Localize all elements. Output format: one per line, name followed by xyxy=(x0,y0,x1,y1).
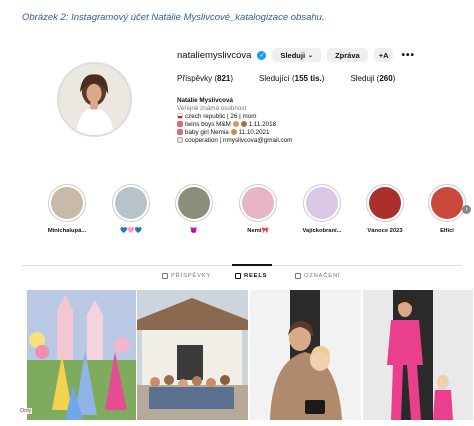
highlight-item[interactable]: Vajíckobraní... xyxy=(297,184,347,236)
tab-reels-label: REELS xyxy=(244,273,268,279)
follow-button[interactable]: Sleduji ⌄ xyxy=(272,48,322,62)
ribbon-icon xyxy=(177,129,183,135)
envelope-icon xyxy=(177,137,183,143)
highlight-item[interactable]: 💙🩷💙 xyxy=(106,184,156,236)
highlight-ring xyxy=(175,184,213,222)
following-label: Sleduji xyxy=(350,74,375,83)
bio-name: Natálie Myslivcová xyxy=(177,97,234,104)
highlight-item[interactable]: 😈 xyxy=(169,184,219,236)
highlight-ring xyxy=(428,184,466,222)
posts-count[interactable]: Příspěvky (821) xyxy=(177,74,233,83)
message-button[interactable]: Zpráva xyxy=(327,48,368,62)
boy-face-icon xyxy=(232,121,239,127)
profile-header: nataliemyslivcova ✓ Sleduji ⌄ Zpráva +A … xyxy=(177,47,415,63)
add-user-button[interactable]: +A xyxy=(373,48,394,62)
followers-label: Sledující xyxy=(259,74,290,83)
figure-caption: Obrázek 2: Instagramový účet Natálie Mys… xyxy=(22,12,325,23)
verified-badge-icon: ✓ xyxy=(257,50,267,60)
overlay-badge: Only xyxy=(19,408,33,414)
highlight-ring xyxy=(303,184,341,222)
highlight-label: Minichalupá... xyxy=(47,228,87,234)
bio-line-contact: cooperation | nmyslivcova@gmail.com xyxy=(177,137,292,145)
post-princess-party[interactable] xyxy=(27,290,136,420)
highlight-item[interactable]: Minichalupá... xyxy=(42,184,92,236)
highlight-cover xyxy=(242,187,274,219)
username: nataliemyslivcova xyxy=(177,49,252,61)
tab-posts-label: PŘÍSPĚVKY xyxy=(171,273,212,279)
tab-tagged[interactable]: OZNAČENÍ xyxy=(295,273,340,279)
highlight-cover xyxy=(115,187,147,219)
czech-flag-icon xyxy=(177,113,183,119)
ribbon-icon xyxy=(177,121,183,127)
bio-line-twins: twins boys M&M 1.11.2018 xyxy=(177,121,292,129)
avatar-photo xyxy=(59,64,130,135)
tagged-icon xyxy=(295,273,301,279)
boy-face-icon xyxy=(240,121,247,127)
posts-value: 821 xyxy=(217,74,231,83)
post-image xyxy=(137,290,248,420)
highlight-label: Elfíci xyxy=(440,228,454,234)
highlight-label: 😈 xyxy=(190,228,198,234)
more-options-button[interactable]: ••• xyxy=(401,50,415,61)
followers-count[interactable]: Sledující (155 tis.) xyxy=(259,74,324,83)
highlight-cover xyxy=(369,187,401,219)
follow-button-label: Sleduji xyxy=(280,50,306,60)
highlight-ring xyxy=(366,184,404,222)
profile-stats: Příspěvky (821) Sledující (155 tis.) Sle… xyxy=(177,74,395,83)
post-image xyxy=(250,290,361,420)
post-kids-group[interactable] xyxy=(137,290,248,420)
profile-bio: Natálie Myslivcová Veřejně známá osobnos… xyxy=(177,97,292,145)
posts-label: Příspěvky xyxy=(177,74,213,83)
highlight-label: Nemi🎀 xyxy=(247,228,269,234)
followers-value: 155 tis. xyxy=(294,74,322,83)
following-count[interactable]: Sleduji (260) xyxy=(350,74,395,83)
girl-face-icon xyxy=(230,129,237,135)
highlight-ring xyxy=(48,184,86,222)
highlight-label: 💙🩷💙 xyxy=(120,228,142,234)
bio-line-baby: baby girl Nemia 11.10.2021 xyxy=(177,129,292,137)
post-hug-child[interactable] xyxy=(250,290,361,420)
chevron-right-icon[interactable]: › xyxy=(462,205,471,214)
highlight-ring xyxy=(239,184,277,222)
highlight-item[interactable]: Nemi🎀 xyxy=(233,184,283,236)
add-user-icon: +A xyxy=(378,50,389,60)
highlight-label: Vajíckobraní... xyxy=(302,228,342,234)
highlight-cover xyxy=(431,187,463,219)
tab-reels[interactable]: REELS xyxy=(235,273,267,279)
chevron-down-icon: ⌄ xyxy=(308,52,314,59)
post-image xyxy=(27,290,136,420)
story-highlights: Minichalupá... 💙🩷💙 😈 Nemi🎀 Vajíckobraní.… xyxy=(0,184,474,240)
highlight-cover xyxy=(51,187,83,219)
highlight-item[interactable]: Vánoce 2023 xyxy=(360,184,410,236)
tab-posts[interactable]: PŘÍSPĚVKY xyxy=(162,273,211,279)
profile-tabs: PŘÍSPĚVKY REELS OZNAČENÍ xyxy=(22,273,462,283)
bio-category: Veřejně známá osobnost xyxy=(177,105,247,112)
grid-icon xyxy=(162,273,168,279)
highlight-cover xyxy=(306,187,338,219)
following-value: 260 xyxy=(379,74,393,83)
profile-avatar[interactable] xyxy=(57,62,132,137)
highlight-label: Vánoce 2023 xyxy=(367,228,403,234)
highlight-cover xyxy=(178,187,210,219)
post-pink-suit[interactable] xyxy=(363,290,473,420)
active-tab-indicator xyxy=(232,264,272,266)
bio-line-country: czech republic | 26 | mom xyxy=(177,113,292,121)
highlight-ring xyxy=(112,184,150,222)
post-image xyxy=(363,290,473,420)
tab-tagged-label: OZNAČENÍ xyxy=(304,273,341,279)
post-grid xyxy=(27,290,473,420)
reels-icon xyxy=(235,273,241,279)
